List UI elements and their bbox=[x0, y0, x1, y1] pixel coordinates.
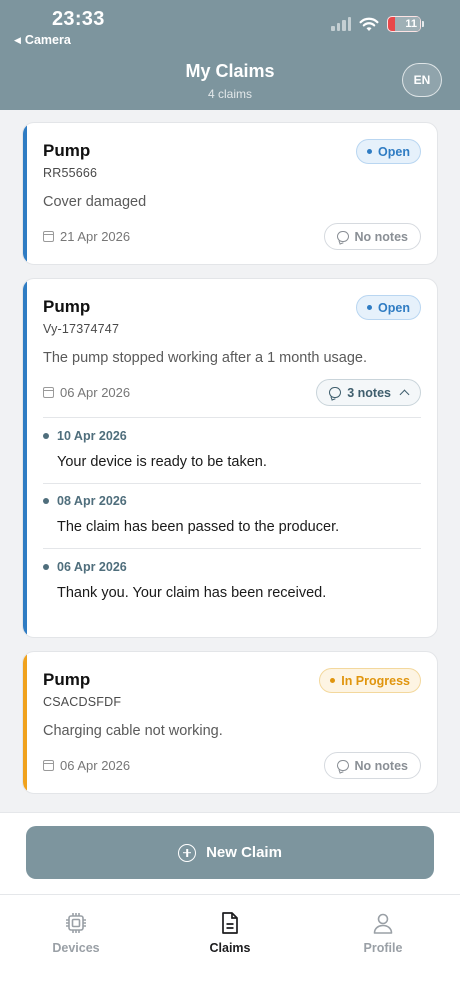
notes-button[interactable]: No notes bbox=[323, 752, 421, 779]
language-button[interactable]: EN bbox=[402, 63, 442, 97]
status-badge: In Progress bbox=[319, 668, 421, 693]
claim-description: The pump stopped working after a 1 month… bbox=[43, 350, 368, 366]
note-text: The claim has been passed to the produce… bbox=[57, 519, 340, 535]
note-date: 08 Apr 2026 bbox=[43, 494, 127, 508]
notes-toggle-button[interactable]: 3 notes bbox=[316, 379, 421, 406]
note-text: Your device is ready to be taken. bbox=[57, 454, 267, 470]
status-badge-label: In Progress bbox=[341, 673, 410, 688]
claim-code: RR55666 bbox=[43, 166, 98, 180]
comment-icon bbox=[329, 387, 342, 398]
add-circle-icon bbox=[178, 843, 197, 862]
divider bbox=[43, 417, 421, 418]
calendar-icon bbox=[43, 231, 54, 242]
claim-product: Pump bbox=[43, 670, 91, 689]
page-title: My Claims bbox=[185, 61, 275, 81]
chevron-up-icon bbox=[399, 389, 410, 400]
claim-date: 21 Apr 2026 bbox=[43, 229, 130, 244]
claim-code: Vy-17374747 bbox=[43, 322, 120, 336]
status-accent-bar bbox=[23, 279, 27, 637]
status-time: 23:33 bbox=[52, 8, 105, 30]
back-arrow-icon: ◀ bbox=[14, 34, 21, 45]
note-date-label: 06 Apr 2026 bbox=[57, 560, 127, 574]
note-date: 10 Apr 2026 bbox=[43, 429, 127, 443]
wifi-icon bbox=[359, 17, 379, 31]
notes-label: 3 notes bbox=[347, 385, 391, 400]
battery-icon: 11 bbox=[387, 16, 421, 32]
claim-description: Charging cable not working. bbox=[43, 723, 223, 739]
note-date: 06 Apr 2026 bbox=[43, 560, 127, 574]
tab-devices-label: Devices bbox=[52, 941, 100, 955]
new-claim-label: New Claim bbox=[206, 844, 282, 861]
back-to-app-link[interactable]: ◀ Camera bbox=[14, 33, 71, 47]
back-app-label: Camera bbox=[24, 33, 71, 47]
chip-icon bbox=[66, 913, 86, 933]
app-header: 23:33 ◀ Camera 11 My Claims 4 claims EN bbox=[0, 0, 460, 110]
battery-level: 11 bbox=[405, 18, 417, 30]
note-date-label: 08 Apr 2026 bbox=[57, 494, 127, 508]
note-date-label: 10 Apr 2026 bbox=[57, 429, 127, 443]
claim-date-label: 21 Apr 2026 bbox=[60, 229, 131, 244]
new-claim-button[interactable]: New Claim bbox=[26, 826, 434, 879]
tab-claims[interactable]: Claims bbox=[180, 911, 280, 955]
signal-icon bbox=[331, 17, 351, 31]
notes-button[interactable]: No notes bbox=[323, 223, 421, 250]
tab-bar: Devices Claims Profile bbox=[0, 894, 460, 995]
status-badge-label: Open bbox=[378, 300, 410, 315]
comment-icon bbox=[336, 231, 349, 242]
claim-code: CSACDSFDF bbox=[43, 695, 122, 709]
claim-date: 06 Apr 2026 bbox=[43, 758, 130, 773]
status-badge: Open bbox=[356, 295, 421, 320]
calendar-icon bbox=[43, 387, 54, 398]
person-icon bbox=[373, 913, 393, 934]
tab-claims-label: Claims bbox=[209, 941, 251, 955]
claim-product: Pump bbox=[43, 297, 91, 316]
status-accent-bar bbox=[23, 652, 27, 793]
status-badge: Open bbox=[356, 139, 421, 164]
notes-label: No notes bbox=[354, 229, 408, 244]
claim-product: Pump bbox=[43, 141, 91, 160]
divider bbox=[43, 548, 421, 549]
tab-devices[interactable]: Devices bbox=[26, 911, 126, 955]
document-icon bbox=[222, 912, 238, 934]
claim-card[interactable]: Pump In Progress CSACDSFDF Charging cabl… bbox=[22, 651, 438, 794]
page-subtitle: 4 claims bbox=[207, 87, 252, 101]
claim-card[interactable]: Pump Open Vy-17374747 The pump stopped w… bbox=[22, 278, 438, 638]
notes-label: No notes bbox=[354, 758, 408, 773]
claim-description: Cover damaged bbox=[43, 194, 147, 210]
divider bbox=[43, 483, 421, 484]
claim-date-label: 06 Apr 2026 bbox=[60, 385, 131, 400]
tab-profile[interactable]: Profile bbox=[333, 911, 433, 955]
comment-icon bbox=[336, 760, 349, 771]
claim-card[interactable]: Pump Open RR55666 Cover damaged 21 Apr 2… bbox=[22, 122, 438, 265]
claim-date-label: 06 Apr 2026 bbox=[60, 758, 131, 773]
status-accent-bar bbox=[23, 123, 27, 264]
claim-date: 06 Apr 2026 bbox=[43, 385, 130, 400]
status-badge-label: Open bbox=[378, 144, 410, 159]
calendar-icon bbox=[43, 760, 54, 771]
status-icons: 11 bbox=[331, 16, 424, 32]
note-text: Thank you. Your claim has been received. bbox=[57, 585, 327, 601]
tab-profile-label: Profile bbox=[363, 941, 403, 955]
